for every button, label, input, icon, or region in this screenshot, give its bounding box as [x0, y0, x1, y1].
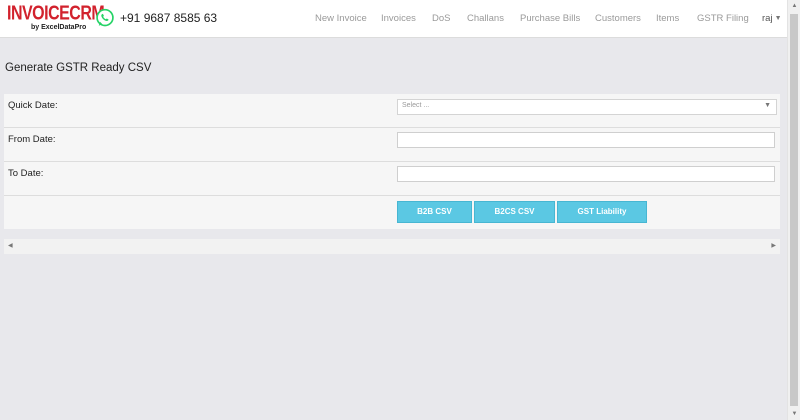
logo[interactable]: INVOICECRM by ExcelDataPro [7, 3, 105, 33]
b2b-csv-button[interactable]: B2B CSV [397, 201, 472, 223]
vertical-scrollbar[interactable]: ▲ ▼ [787, 0, 800, 420]
logo-title: INVOICECRM [7, 3, 105, 25]
whatsapp-icon [96, 8, 114, 27]
from-date-input[interactable] [397, 132, 775, 148]
nav-dos[interactable]: DoS [432, 13, 450, 24]
gst-liability-button[interactable]: GST Liability [557, 201, 647, 223]
quick-date-select[interactable]: Select ... ▼ [397, 99, 777, 115]
to-date-input[interactable] [397, 166, 775, 182]
user-name: raj [762, 13, 773, 24]
page-title: Generate GSTR Ready CSV [5, 62, 152, 74]
scroll-left-icon[interactable]: ◀ [8, 242, 13, 249]
horizontal-scrollbar[interactable]: ◀ ▶ [4, 239, 780, 254]
nav-gstr-filing[interactable]: GSTR Filing [697, 13, 749, 24]
nav-items[interactable]: Items [656, 13, 679, 24]
user-menu[interactable]: raj ▼ [762, 13, 782, 24]
nav-purchase-bills[interactable]: Purchase Bills [520, 13, 580, 24]
scrollbar-thumb[interactable] [790, 14, 798, 406]
quick-date-label: Quick Date: [8, 100, 58, 111]
phone-number[interactable]: +91 9687 8585 63 [120, 11, 217, 25]
logo-subtitle: by ExcelDataPro [31, 24, 87, 31]
scroll-up-icon[interactable]: ▲ [788, 0, 800, 12]
from-date-row: From Date: [4, 128, 780, 162]
nav-new-invoice[interactable]: New Invoice [315, 13, 367, 24]
nav-challans[interactable]: Challans [467, 13, 504, 24]
scroll-down-icon[interactable]: ▼ [788, 408, 800, 420]
nav-invoices[interactable]: Invoices [381, 13, 416, 24]
b2cs-csv-button[interactable]: B2CS CSV [474, 201, 555, 223]
to-date-label: To Date: [8, 168, 44, 179]
chevron-down-icon: ▼ [774, 15, 782, 22]
chevron-down-icon: ▼ [764, 102, 771, 109]
to-date-row: To Date: [4, 162, 780, 196]
from-date-label: From Date: [8, 134, 56, 145]
quick-date-row: Quick Date: Select ... ▼ [4, 94, 780, 128]
scroll-right-icon[interactable]: ▶ [771, 242, 776, 249]
top-navbar: INVOICECRM by ExcelDataPro +91 9687 8585… [0, 0, 787, 38]
gstr-csv-form: Quick Date: Select ... ▼ From Date: To D… [4, 94, 780, 229]
quick-date-placeholder: Select ... [402, 102, 430, 109]
nav-customers[interactable]: Customers [595, 13, 641, 24]
